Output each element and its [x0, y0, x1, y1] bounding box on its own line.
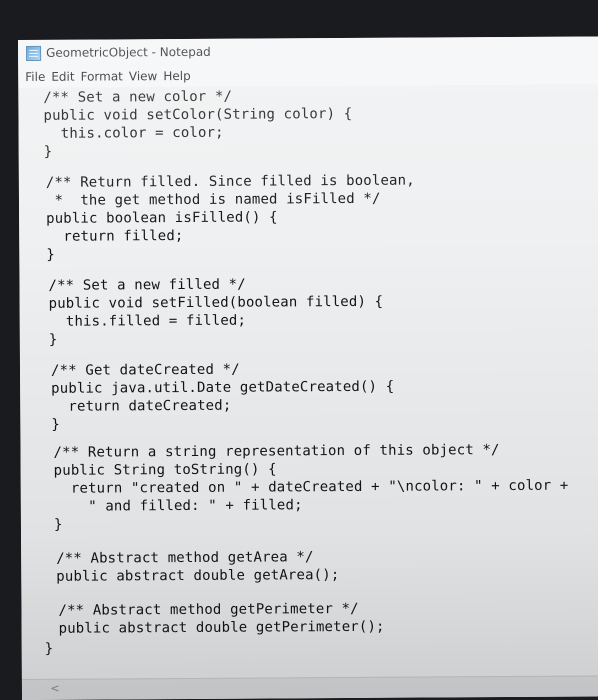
window-title: GeometricObject - Notepad [46, 44, 211, 60]
code-line: public String toString() { [53, 461, 277, 479]
title-bar[interactable]: GeometricObject - Notepad [18, 36, 598, 66]
code-line: } [51, 416, 60, 433]
notepad-icon [26, 45, 42, 61]
text-editor[interactable]: /** Set a new color */ public void setCo… [18, 84, 598, 680]
scroll-left-arrow-icon[interactable]: < [48, 682, 62, 696]
code-line: public abstract double getPerimeter(); [58, 618, 385, 637]
code-line: public boolean isFilled() { [46, 209, 278, 227]
code-line: public abstract double getArea(); [56, 567, 340, 585]
code-line: /** Set a new filled */ [48, 276, 246, 294]
code-line: } [48, 331, 58, 348]
horizontal-scrollbar[interactable]: < [21, 675, 598, 700]
code-line: * the get method is named isFilled */ [45, 190, 381, 209]
notepad-window: GeometricObject - Notepad File Edit Form… [18, 36, 598, 700]
code-line: } [46, 246, 55, 263]
code-line: /** Return filled. Since filled is boole… [45, 172, 415, 191]
menu-help[interactable]: Help [163, 69, 190, 83]
code-line: } [44, 640, 54, 657]
code-line: " and filled: " + filled; [53, 497, 303, 515]
menu-file[interactable]: File [25, 70, 45, 84]
code-line: /** Return a string representation of th… [53, 442, 500, 461]
code-line: /** Abstract method getArea */ [56, 549, 314, 567]
code-line: return "created on " + dateCreated + "\n… [53, 477, 569, 497]
menu-format[interactable]: Format [81, 69, 123, 83]
code-line: /** Abstract method getPerimeter */ [58, 600, 359, 619]
code-line: this.color = color; [43, 124, 224, 142]
code-line: return filled; [46, 227, 184, 245]
code-line: } [53, 516, 63, 533]
code-line: public void setFilled(boolean filled) { [48, 293, 384, 312]
menu-view[interactable]: View [129, 69, 158, 83]
code-line: public java.util.Date getDateCreated() { [51, 378, 395, 397]
code-line: public void setColor(String color) { [43, 105, 353, 124]
code-line: return dateCreated; [51, 397, 232, 415]
code-line: } [43, 143, 53, 160]
menu-edit[interactable]: Edit [51, 70, 74, 84]
code-line: /** Get dateCreated */ [50, 361, 240, 379]
code-line: /** Set a new color */ [43, 88, 233, 106]
code-line: this.filled = filled; [48, 312, 247, 330]
